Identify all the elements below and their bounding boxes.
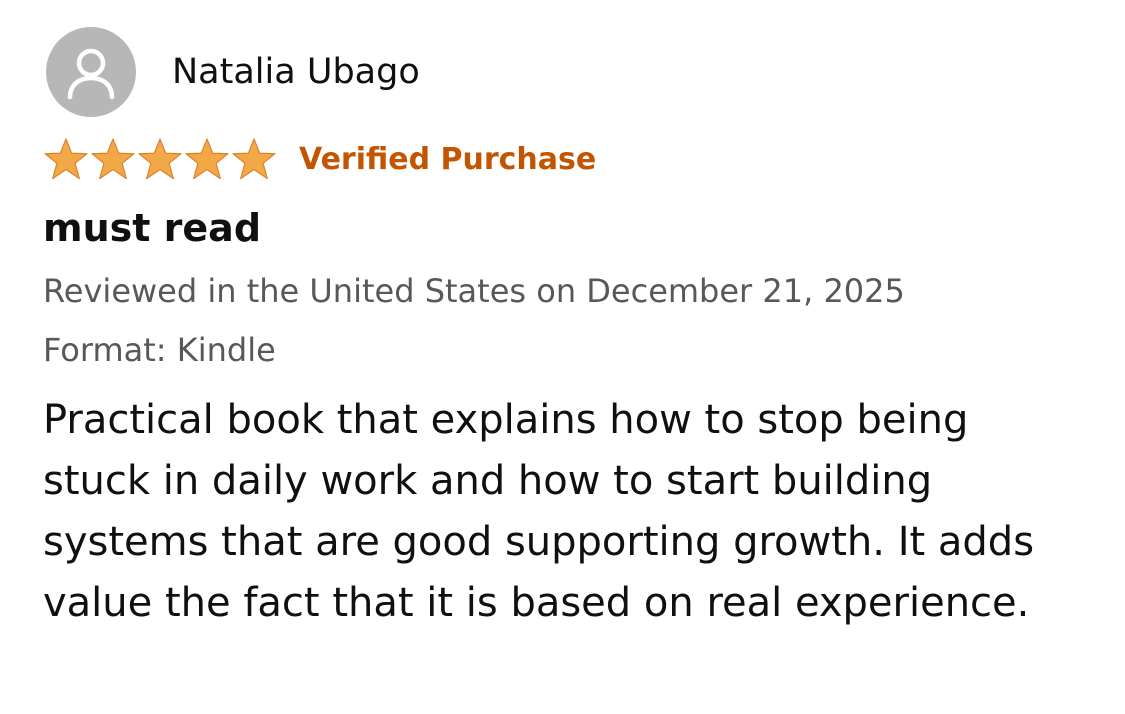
star-rating[interactable] (42, 137, 277, 181)
star-icon (91, 138, 135, 180)
avatar[interactable] (46, 27, 136, 117)
star-icon (138, 138, 182, 180)
star-icon (185, 138, 229, 180)
rating-row: Verified Purchase (42, 137, 596, 181)
verified-purchase-badge: Verified Purchase (299, 141, 597, 177)
review-title[interactable]: must read (43, 204, 261, 252)
star-icon (232, 138, 276, 180)
review-body: Practical book that explains how to stop… (43, 397, 1035, 626)
review-date: Reviewed in the United States on Decembe… (43, 272, 905, 310)
review-format: Format: Kindle (43, 331, 276, 369)
star-icon (44, 138, 88, 180)
reviewer-profile[interactable]: Natalia Ubago (46, 27, 420, 117)
reviewer-name[interactable]: Natalia Ubago (172, 52, 420, 92)
review-card: Natalia Ubago Verified Purchase must rea… (0, 0, 1125, 714)
person-icon (67, 48, 115, 100)
